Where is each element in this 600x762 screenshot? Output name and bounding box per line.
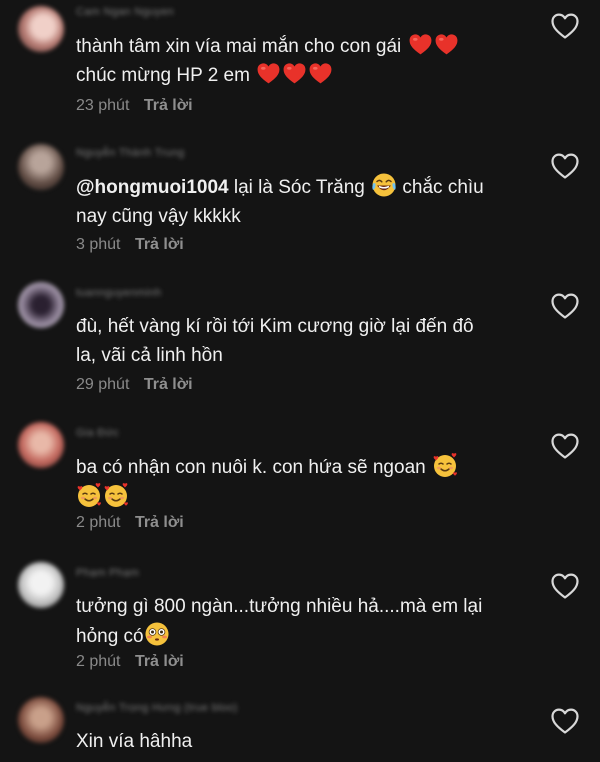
comment-username[interactable]: tuannguyenminh bbox=[76, 287, 162, 301]
like-heart-icon[interactable] bbox=[550, 707, 580, 735]
avatar[interactable] bbox=[18, 6, 64, 52]
comment-username[interactable]: Gia Đức bbox=[76, 427, 119, 441]
avatar[interactable] bbox=[18, 282, 64, 328]
reply-button[interactable]: Trả lời bbox=[144, 376, 193, 393]
comment-item: Gia Đức ba có nhận con nuôi k. con hứa s… bbox=[0, 420, 600, 550]
reply-button[interactable]: Trả lời bbox=[135, 514, 184, 531]
mention-link[interactable]: @hongmuoi1004 bbox=[76, 177, 229, 198]
red-heart-emoji bbox=[256, 61, 281, 86]
reply-button[interactable]: Trả lời bbox=[144, 97, 193, 114]
comment-item: Cam Ngan Nguyen thành tâm xin vía mai mắ… bbox=[0, 0, 600, 130]
red-heart-emoji bbox=[408, 32, 433, 57]
comment-text-line: chúc mừng HP 2 em bbox=[76, 65, 250, 86]
comment-meta: 2 phút Trả lời bbox=[76, 514, 184, 532]
avatar[interactable] bbox=[18, 144, 64, 190]
comment-text: Xin vía hâhha bbox=[76, 727, 536, 756]
comment-username[interactable]: Nguyễn Trọng Hưng (true bloo) bbox=[76, 702, 238, 716]
comment-time: 23 phút bbox=[76, 97, 130, 114]
comment-username[interactable]: Nguyễn Thành Trung bbox=[76, 147, 185, 161]
comment-text-line: lại là Sóc Trăng bbox=[228, 177, 365, 198]
comment-text-line: Xin vía hâhha bbox=[76, 731, 193, 752]
comment-text-line: thành tâm xin vía mai mắn cho con gái bbox=[76, 36, 402, 57]
comment-username[interactable]: Phạm Phạm bbox=[76, 567, 139, 581]
like-heart-icon[interactable] bbox=[550, 432, 580, 460]
like-heart-icon[interactable] bbox=[550, 12, 580, 40]
comment-text-line: chắc chìu bbox=[397, 177, 484, 198]
smiling-face-with-hearts-emoji bbox=[103, 482, 129, 508]
red-heart-emoji bbox=[434, 32, 459, 57]
comment-text-line: la, vãi cả linh hồn bbox=[76, 345, 223, 366]
comment-time: 29 phút bbox=[76, 376, 130, 393]
comment-item: Phạm Phạm tưởng gì 800 ngàn...tưởng nhiề… bbox=[0, 560, 600, 690]
like-heart-icon[interactable] bbox=[550, 292, 580, 320]
comment-text: thành tâm xin vía mai mắn cho con gái ch… bbox=[76, 32, 536, 90]
comment-item: Nguyễn Thành Trung @hongmuoi1004 lại là … bbox=[0, 140, 600, 270]
red-heart-emoji bbox=[282, 61, 307, 86]
comment-time: 2 phút bbox=[76, 514, 121, 531]
comment-meta: 2 phút Trả lời bbox=[76, 653, 184, 671]
comment-meta: 23 phút Trả lời bbox=[76, 97, 193, 115]
avatar[interactable] bbox=[18, 422, 64, 468]
comment-text: tưởng gì 800 ngàn...tưởng nhiều hả....mà… bbox=[76, 592, 536, 651]
comment-text-line: tưởng gì 800 ngàn...tưởng nhiều hả....mà… bbox=[76, 596, 483, 617]
flushed-face-emoji bbox=[144, 621, 170, 647]
tears-of-joy-emoji bbox=[371, 172, 397, 198]
red-heart-emoji bbox=[308, 61, 333, 86]
comment-meta: 3 phút Trả lời bbox=[76, 236, 184, 254]
like-heart-icon[interactable] bbox=[550, 572, 580, 600]
comment-text-line: ba có nhận con nuôi k. con hứa sẽ ngoan bbox=[76, 457, 426, 478]
comment-text-line: nay cũng vậy kkkkk bbox=[76, 206, 241, 227]
comment-text-line: hỏng có bbox=[76, 626, 144, 647]
smiling-face-with-hearts-emoji bbox=[432, 452, 458, 478]
comment-item: Nguyễn Trọng Hưng (true bloo) Xin vía hâ… bbox=[0, 695, 600, 762]
avatar[interactable] bbox=[18, 562, 64, 608]
comment-meta: 29 phút Trả lời bbox=[76, 376, 193, 394]
comment-text: đù, hết vàng kí rồi tới Kim cương giờ lạ… bbox=[76, 312, 536, 370]
avatar[interactable] bbox=[18, 697, 64, 743]
smiling-face-with-hearts-emoji bbox=[76, 482, 102, 508]
like-heart-icon[interactable] bbox=[550, 152, 580, 180]
reply-button[interactable]: Trả lời bbox=[135, 653, 184, 670]
comment-text: ba có nhận con nuôi k. con hứa sẽ ngoan bbox=[76, 452, 536, 512]
comment-item: tuannguyenminh đù, hết vàng kí rồi tới K… bbox=[0, 280, 600, 410]
reply-button[interactable]: Trả lời bbox=[135, 236, 184, 253]
comment-time: 3 phút bbox=[76, 236, 121, 253]
comment-username[interactable]: Cam Ngan Nguyen bbox=[76, 6, 174, 20]
comment-text-line: đù, hết vàng kí rồi tới Kim cương giờ lạ… bbox=[76, 316, 474, 337]
comment-time: 2 phút bbox=[76, 653, 121, 670]
comment-text: @hongmuoi1004 lại là Sóc Trăng chắc chìu… bbox=[76, 172, 536, 231]
